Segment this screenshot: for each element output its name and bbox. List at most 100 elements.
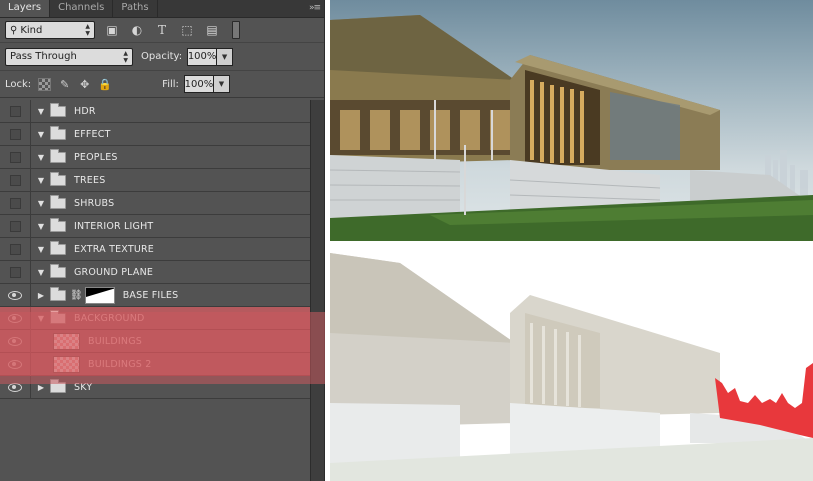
lock-position-move-icon[interactable]: ✥: [78, 78, 91, 91]
opacity-input[interactable]: 100%: [187, 47, 218, 66]
opacity-label: Opacity:: [141, 51, 183, 62]
lock-image-pixels-brush-icon[interactable]: ✎: [58, 78, 71, 91]
tab-channels[interactable]: Channels: [50, 0, 114, 17]
layer-name: BASE FILES: [122, 289, 179, 301]
fill-input[interactable]: 100%: [183, 75, 214, 93]
visibility-toggle[interactable]: [0, 329, 31, 353]
expand-triangle-icon[interactable]: ▼: [36, 107, 46, 116]
folder-icon: [50, 240, 66, 255]
visibility-off-box: [9, 220, 21, 232]
visibility-off-box: [9, 105, 21, 117]
collapse-triangle-icon[interactable]: ▶: [36, 291, 46, 300]
expand-triangle-icon[interactable]: ▼: [36, 153, 46, 162]
layer-name: BUILDINGS 2: [88, 358, 152, 370]
layer-thumbnail: [53, 355, 80, 373]
fill-dropdown-arrow-icon[interactable]: ▼: [213, 75, 230, 93]
blend-mode-value: Pass Through: [10, 51, 77, 62]
tab-layers[interactable]: Layers: [0, 0, 51, 17]
render-mask-drawing: [330, 253, 813, 481]
folder-icon: [50, 286, 66, 301]
folder-icon: [50, 102, 66, 117]
shape-filter-icon[interactable]: ⬚: [179, 22, 195, 38]
layer-row-sky[interactable]: ▶ SKY: [0, 375, 310, 399]
layer-name: SHRUBS: [74, 197, 115, 209]
visibility-off-box: [9, 128, 21, 140]
layer-name: INTERIOR LIGHT: [74, 220, 154, 232]
lock-row: Lock: ✎ ✥ 🔒 Fill: 100% ▼: [0, 71, 324, 98]
eye-icon: [8, 336, 22, 346]
layer-row-shrubs[interactable]: ▼ SHRUBS: [0, 191, 310, 215]
layers-scrollbar[interactable]: [310, 100, 324, 481]
visibility-off-box: [9, 243, 21, 255]
chain-link-icon[interactable]: ⛓: [70, 290, 83, 301]
layer-row-effect[interactable]: ▼ EFFECT: [0, 122, 310, 146]
visibility-toggle[interactable]: [0, 237, 31, 261]
fill-label: Fill:: [162, 78, 179, 90]
layers-panel: Layers Channels Paths »≡ ⚲ Kind ▲ ▼ ▣ ◐ T…: [0, 0, 325, 481]
folder-icon: [50, 263, 66, 278]
visibility-off-box: [9, 151, 21, 163]
layer-row-buildings-2[interactable]: BUILDINGS 2: [0, 352, 310, 376]
layer-name: PEOPLES: [74, 151, 118, 163]
collapse-triangle-icon[interactable]: ▶: [36, 383, 46, 392]
layer-row-extra-texture[interactable]: ▼ EXTRA TEXTURE: [0, 237, 310, 261]
folder-icon: [50, 125, 66, 140]
expand-triangle-icon[interactable]: ▼: [36, 245, 46, 254]
visibility-toggle[interactable]: [0, 352, 31, 376]
expand-triangle-icon[interactable]: ▼: [36, 199, 46, 208]
layer-name: EFFECT: [74, 128, 111, 140]
layer-row-trees[interactable]: ▼ TREES: [0, 168, 310, 192]
folder-icon: [50, 148, 66, 163]
filter-toggle-switch[interactable]: [232, 21, 240, 39]
expand-triangle-icon[interactable]: ▼: [36, 176, 46, 185]
image-filter-icon[interactable]: ▣: [104, 22, 120, 38]
folder-icon: [50, 194, 66, 209]
visibility-toggle[interactable]: [0, 375, 31, 399]
smart-object-filter-icon[interactable]: ▤: [204, 22, 220, 38]
layer-name: SKY: [74, 381, 93, 393]
layer-row-interior-light[interactable]: ▼ INTERIOR LIGHT: [0, 214, 310, 238]
filter-kind-dropdown[interactable]: ⚲ Kind ▲ ▼: [5, 21, 95, 39]
visibility-toggle[interactable]: [0, 306, 31, 330]
layer-name: TREES: [74, 174, 106, 186]
search-icon: ⚲: [10, 24, 18, 36]
layer-name: GROUND PLANE: [74, 266, 154, 278]
opacity-dropdown-arrow-icon[interactable]: ▼: [217, 47, 234, 66]
tab-paths[interactable]: Paths: [113, 0, 158, 17]
visibility-off-box: [9, 266, 21, 278]
layer-name: EXTRA TEXTURE: [74, 243, 154, 255]
lock-transparent-pixels-icon[interactable]: [38, 77, 52, 91]
expand-triangle-icon[interactable]: ▼: [36, 130, 46, 139]
expand-triangle-icon[interactable]: ▼: [36, 314, 46, 323]
layer-row-hdr[interactable]: ▼ HDR: [0, 99, 310, 123]
panel-menu-icon[interactable]: »≡: [309, 3, 321, 13]
dropdown-arrows-icon: ▲ ▼: [85, 23, 90, 37]
layer-name: BACKGROUND: [74, 312, 145, 324]
visibility-toggle[interactable]: [0, 260, 31, 284]
visibility-off-box: [9, 174, 21, 186]
visibility-toggle[interactable]: [0, 145, 31, 169]
adjustment-filter-icon[interactable]: ◐: [129, 22, 145, 38]
layer-row-background[interactable]: ▼ BACKGROUND: [0, 306, 310, 330]
visibility-toggle[interactable]: [0, 122, 31, 146]
layer-name: BUILDINGS: [88, 335, 142, 347]
dropdown-arrows-icon: ▲ ▼: [123, 49, 128, 64]
expand-triangle-icon[interactable]: ▼: [36, 222, 46, 231]
lock-all-icon[interactable]: 🔒: [98, 78, 112, 91]
layer-row-peoples[interactable]: ▼ PEOPLES: [0, 145, 310, 169]
layer-row-buildings[interactable]: BUILDINGS: [0, 329, 310, 353]
visibility-toggle[interactable]: [0, 168, 31, 192]
visibility-toggle[interactable]: [0, 283, 31, 307]
layer-name: HDR: [74, 105, 96, 117]
layer-mask-thumbnail[interactable]: [84, 286, 115, 304]
visibility-toggle[interactable]: [0, 99, 31, 123]
blend-mode-dropdown[interactable]: Pass Through ▲ ▼: [5, 47, 133, 66]
visibility-toggle[interactable]: [0, 191, 31, 215]
expand-triangle-icon[interactable]: ▼: [36, 268, 46, 277]
layer-row-ground-plane[interactable]: ▼ GROUND PLANE: [0, 260, 310, 284]
render-mask-preview-image: [330, 253, 813, 481]
type-filter-icon[interactable]: T: [154, 22, 170, 38]
visibility-toggle[interactable]: [0, 214, 31, 238]
render-composite-image: [330, 0, 813, 241]
layer-row-base-files[interactable]: ▶ ⛓ BASE FILES: [0, 283, 310, 307]
